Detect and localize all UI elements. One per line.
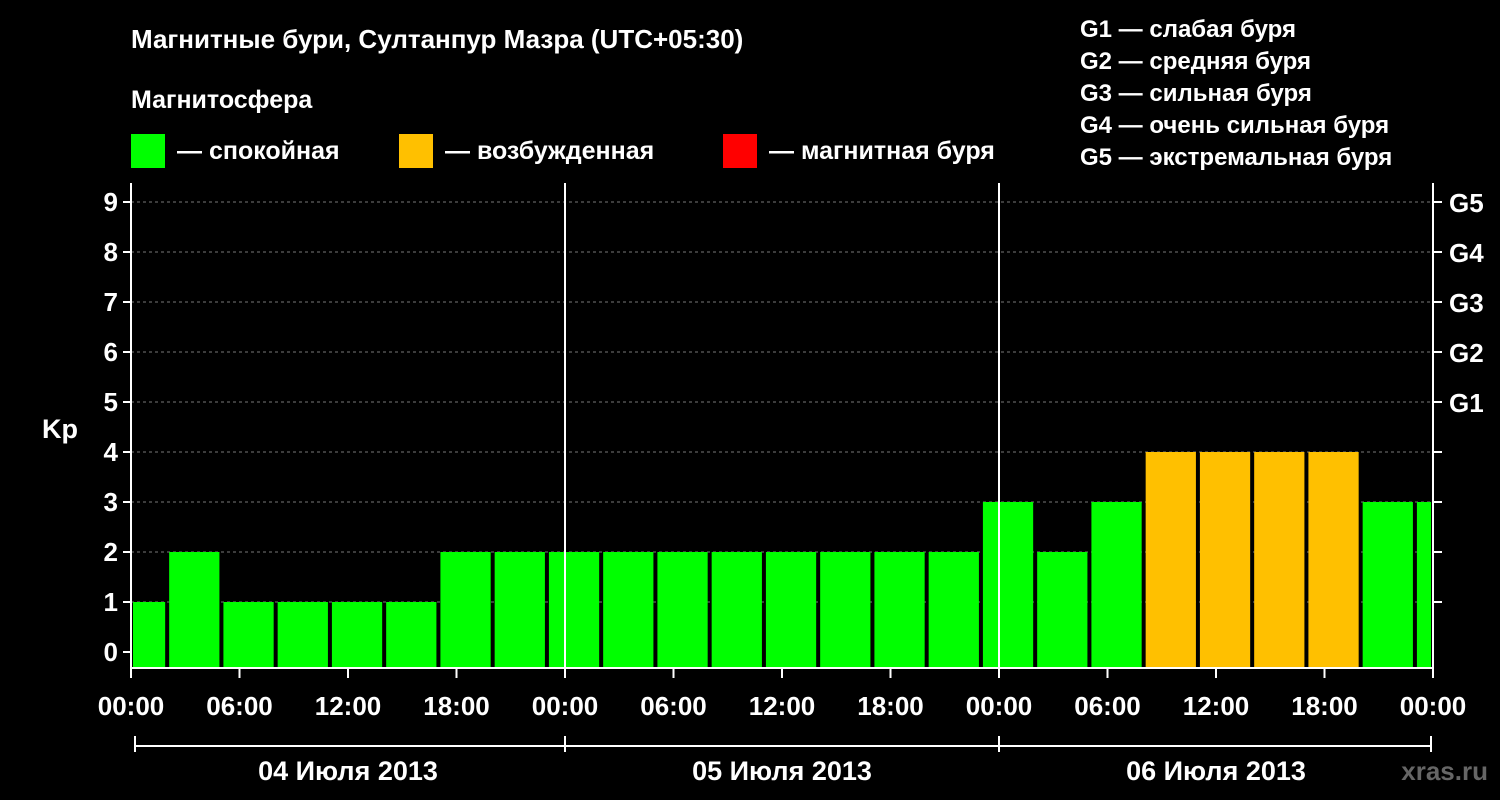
y-tick-label: 3 (104, 487, 118, 517)
kp-bar (169, 552, 220, 668)
kp-bar (982, 502, 1034, 668)
day-label: 04 Июля 2013 (258, 756, 438, 786)
x-tick-label: 06:00 (1074, 691, 1141, 721)
kp-bar (440, 552, 491, 668)
kp-bar (1199, 452, 1251, 668)
y-tick-label: 4 (104, 437, 119, 467)
kp-bar (494, 552, 545, 668)
x-tick-label: 12:00 (749, 691, 816, 721)
kp-bar (1362, 502, 1413, 668)
kp-bar (277, 602, 328, 668)
kp-bar (133, 602, 166, 668)
watermark: xras.ru (1401, 756, 1488, 786)
kp-bar (711, 552, 762, 668)
kp-bar (765, 552, 817, 668)
day-label: 06 Июля 2013 (1126, 756, 1306, 786)
kp-bar (331, 602, 383, 668)
g-level-label: G1 (1449, 388, 1484, 418)
x-tick-label: 18:00 (423, 691, 490, 721)
x-tick-label: 12:00 (315, 691, 382, 721)
kp-bar (1037, 552, 1088, 668)
g-level-label: G5 (1449, 188, 1484, 218)
x-tick-label: 18:00 (1291, 691, 1358, 721)
x-tick-label: 06:00 (640, 691, 707, 721)
y-tick-label: 1 (104, 587, 118, 617)
kp-bar (1308, 452, 1359, 668)
day-label: 05 Июля 2013 (692, 756, 872, 786)
kp-bar-chart: 0 1 2 3 4 5 6 7 8 9 G1 G2 G3 G4 G5 00:00 06:00 12:00 18:00… (98, 183, 1484, 786)
x-tick-label: 00:00 (966, 691, 1033, 721)
y-tick-label: 0 (104, 637, 118, 667)
kp-bar (928, 552, 979, 668)
x-tick-label: 12:00 (1183, 691, 1250, 721)
kp-bar (548, 552, 600, 668)
kp-bar (1254, 452, 1305, 668)
kp-bar (1416, 502, 1431, 668)
y-tick-label: 9 (104, 187, 118, 217)
y-tick-label: 7 (104, 287, 118, 317)
kp-bar (657, 552, 708, 668)
g-level-label: G3 (1449, 288, 1484, 318)
g-level-label: G2 (1449, 338, 1484, 368)
x-tick-label: 00:00 (1400, 691, 1467, 721)
y-tick-label: 8 (104, 237, 118, 267)
y-tick-label: 5 (104, 387, 118, 417)
y-tick-label: 2 (104, 537, 118, 567)
kp-bar (1145, 452, 1196, 668)
x-tick-label: 18:00 (857, 691, 924, 721)
g-level-label: G4 (1449, 238, 1484, 268)
kp-bar (820, 552, 871, 668)
x-tick-label: 00:00 (98, 691, 165, 721)
kp-bar (386, 602, 437, 668)
kp-bar (603, 552, 654, 668)
x-tick-label: 06:00 (206, 691, 273, 721)
kp-bar (223, 602, 274, 668)
y-tick-label: 6 (104, 337, 118, 367)
kp-bar (874, 552, 925, 668)
x-tick-label: 00:00 (532, 691, 599, 721)
kp-bar (1091, 502, 1142, 668)
